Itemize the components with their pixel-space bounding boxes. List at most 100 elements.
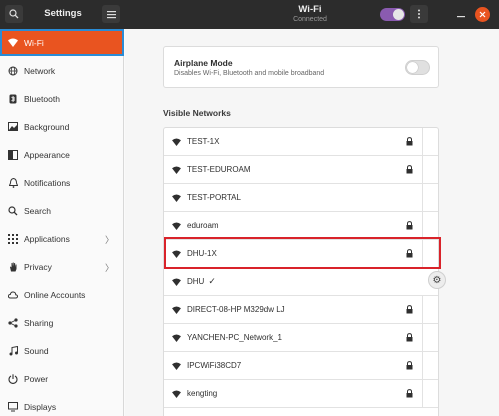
visible-networks-heading: Visible Networks xyxy=(163,108,231,118)
panel-title: Wi-Fi Connected xyxy=(250,4,370,23)
appearance-icon xyxy=(8,149,18,160)
sidebar-item-applications[interactable]: Applications 〉 xyxy=(0,225,124,252)
wifi-icon xyxy=(8,38,18,48)
wifi-signal-icon xyxy=(172,277,181,286)
lock-icon xyxy=(406,137,413,146)
header-bar: Settings Wi-Fi Connected xyxy=(0,0,499,29)
wifi-toggle[interactable] xyxy=(380,8,405,21)
connected-check-icon: ✓ xyxy=(208,276,216,286)
network-row[interactable]: DIRECT-08-HP M329dw LJ xyxy=(164,296,438,324)
wifi-panel: Airplane Mode Disables Wi-Fi, Bluetooth … xyxy=(125,29,499,416)
wifi-signal-icon xyxy=(172,389,181,398)
row-divider xyxy=(422,212,423,240)
minimize-icon xyxy=(457,16,465,18)
menu-button[interactable] xyxy=(102,5,120,23)
wifi-signal-icon xyxy=(172,193,181,202)
wifi-signal-icon xyxy=(172,333,181,342)
sidebar-item-label: Sharing xyxy=(24,317,54,328)
lock-icon xyxy=(406,165,413,174)
network-row[interactable]: eduroam xyxy=(164,212,438,240)
wifi-signal-icon xyxy=(172,361,181,370)
network-row[interactable]: TEST-EDUROAM xyxy=(164,156,438,184)
minimize-button[interactable] xyxy=(452,5,470,23)
row-divider xyxy=(422,324,423,352)
network-name: TEST-PORTAL xyxy=(187,193,241,202)
sidebar-item-sound[interactable]: Sound xyxy=(0,337,124,364)
search-button[interactable] xyxy=(5,5,23,23)
sidebar-item-label: Online Accounts xyxy=(24,289,86,300)
hand-icon xyxy=(8,262,18,272)
wifi-signal-icon xyxy=(172,165,181,174)
wifi-signal-icon xyxy=(172,137,181,146)
connection-status: Connected xyxy=(293,16,327,23)
row-divider xyxy=(422,296,423,324)
sidebar-item-privacy[interactable]: Privacy 〉 xyxy=(0,253,124,280)
network-name: eduroam xyxy=(187,221,219,230)
airplane-mode-description: Disables Wi-Fi, Bluetooth and mobile bro… xyxy=(174,70,325,77)
sidebar-item-bluetooth[interactable]: Bluetooth xyxy=(0,85,124,112)
hamburger-icon xyxy=(106,10,116,18)
sidebar-item-label: Wi-Fi xyxy=(24,37,44,48)
sidebar-item-wifi[interactable]: Wi-Fi xyxy=(0,29,124,56)
music-icon xyxy=(8,345,18,356)
wifi-signal-icon xyxy=(172,305,181,314)
sidebar-item-search[interactable]: Search xyxy=(0,197,124,224)
sidebar-item-label: Power xyxy=(24,373,49,384)
sidebar-item-sharing[interactable]: Sharing xyxy=(0,309,124,336)
display-icon xyxy=(8,401,18,412)
row-divider xyxy=(422,352,423,380)
settings-window: Settings Wi-Fi Connected Wi-Fi Network B… xyxy=(0,0,499,416)
settings-title: Settings xyxy=(44,8,82,19)
chevron-right-icon: 〉 xyxy=(104,235,114,245)
page-title: Wi-Fi xyxy=(298,4,322,15)
toggle-knob xyxy=(393,9,404,20)
wifi-signal-icon xyxy=(172,221,181,230)
sidebar-item-label: Sound xyxy=(24,345,49,356)
network-name: YANCHEN-PC_Network_1 xyxy=(187,333,282,342)
sidebar-item-label: Applications xyxy=(24,233,70,244)
network-row[interactable]: TEST-PORTAL xyxy=(164,184,438,212)
airplane-mode-row[interactable]: Airplane Mode Disables Wi-Fi, Bluetooth … xyxy=(163,46,439,88)
sidebar-item-label: Notifications xyxy=(24,177,71,188)
bell-icon xyxy=(8,177,18,188)
chevron-right-icon: 〉 xyxy=(104,263,114,273)
background-icon xyxy=(8,122,18,132)
power-icon xyxy=(8,373,18,384)
bluetooth-icon xyxy=(8,94,18,104)
airplane-mode-toggle[interactable] xyxy=(405,60,430,75)
lock-icon xyxy=(406,389,413,398)
sidebar-item-online-accounts[interactable]: Online Accounts xyxy=(0,281,124,308)
sidebar-item-label: Privacy xyxy=(24,261,52,272)
close-button[interactable] xyxy=(475,7,490,22)
kebab-menu-icon xyxy=(418,9,420,19)
gear-icon: ⚙ xyxy=(432,274,442,286)
network-name: DIRECT-08-HP M329dw LJ xyxy=(187,305,285,314)
sidebar-item-power[interactable]: Power xyxy=(0,365,124,392)
sidebar-item-label: Appearance xyxy=(24,149,70,160)
airplane-mode-title: Airplane Mode xyxy=(174,58,233,68)
cloud-icon xyxy=(8,290,18,300)
lock-icon xyxy=(406,305,413,314)
sidebar-item-notifications[interactable]: Notifications xyxy=(0,169,124,196)
row-divider xyxy=(422,184,423,212)
network-icon xyxy=(8,66,18,76)
sidebar-item-appearance[interactable]: Appearance xyxy=(0,141,124,168)
sidebar-item-network[interactable]: Network xyxy=(0,57,124,84)
network-settings-button[interactable]: ⚙ xyxy=(428,271,446,289)
network-row[interactable]: kengting xyxy=(164,380,438,408)
network-row[interactable]: IPCWiFi38CD7 xyxy=(164,352,438,380)
lock-icon xyxy=(406,333,413,342)
sidebar-item-background[interactable]: Background xyxy=(0,113,124,140)
network-name: DHU xyxy=(187,277,205,286)
network-row[interactable]: YANCHEN-PC_Network_1 xyxy=(164,324,438,352)
network-name: kengting xyxy=(187,389,218,398)
close-icon xyxy=(479,11,486,18)
network-row[interactable]: DHU ✓ xyxy=(164,268,438,296)
network-row[interactable]: TEST-1X xyxy=(164,128,438,156)
search-icon xyxy=(8,205,18,216)
sidebar: Wi-Fi Network Bluetooth Background Appea… xyxy=(0,29,124,416)
more-options-button[interactable] xyxy=(410,5,428,23)
grid-icon xyxy=(8,233,18,244)
sidebar-item-displays[interactable]: Displays xyxy=(0,393,124,416)
row-divider xyxy=(422,156,423,184)
